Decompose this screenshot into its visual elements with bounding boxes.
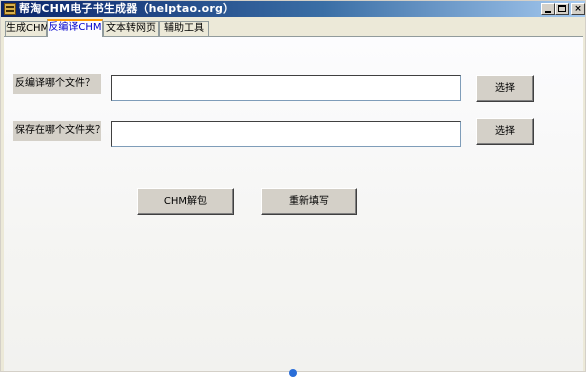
maximize-button[interactable] bbox=[555, 3, 569, 15]
source-file-input[interactable] bbox=[111, 75, 461, 101]
tab-text-to-webpage[interactable]: 文本转网页 bbox=[103, 21, 159, 36]
source-file-label: 反编译哪个文件？ bbox=[13, 74, 101, 94]
choose-target-folder-button[interactable]: 选择 bbox=[476, 118, 534, 145]
reset-form-button[interactable]: 重新填写 bbox=[261, 188, 357, 215]
chm-unpack-button[interactable]: CHM解包 bbox=[137, 188, 234, 215]
tab-decompile-chm[interactable]: 反编译CHM bbox=[47, 19, 103, 37]
target-folder-label: 保存在哪个文件夹？ bbox=[13, 121, 105, 141]
maximize-icon bbox=[558, 5, 566, 12]
cursor-indicator bbox=[289, 369, 297, 377]
choose-source-file-button[interactable]: 选择 bbox=[476, 75, 534, 102]
tab-strip: 生成CHM 反编译CHM 文本转网页 辅助工具 bbox=[3, 19, 583, 37]
minimize-button[interactable] bbox=[541, 3, 555, 15]
title-bar[interactable]: 帮淘CHM电子书生成器（helptao.org） × bbox=[1, 1, 585, 17]
decompile-panel: 反编译哪个文件？ 选择 保存在哪个文件夹？ 选择 CHM解包 重新填写 bbox=[4, 36, 583, 371]
close-icon: × bbox=[574, 4, 582, 14]
minimize-icon bbox=[545, 11, 551, 13]
tab-helper-tools[interactable]: 辅助工具 bbox=[159, 21, 209, 36]
close-button[interactable]: × bbox=[571, 3, 585, 15]
tab-generate-chm[interactable]: 生成CHM bbox=[5, 21, 49, 36]
book-app-icon[interactable] bbox=[4, 3, 16, 15]
target-folder-input[interactable] bbox=[111, 121, 461, 147]
window-title: 帮淘CHM电子书生成器（helptao.org） bbox=[19, 2, 235, 15]
app-window: 帮淘CHM电子书生成器（helptao.org） × 生成CHM 反编译CHM … bbox=[0, 0, 586, 377]
